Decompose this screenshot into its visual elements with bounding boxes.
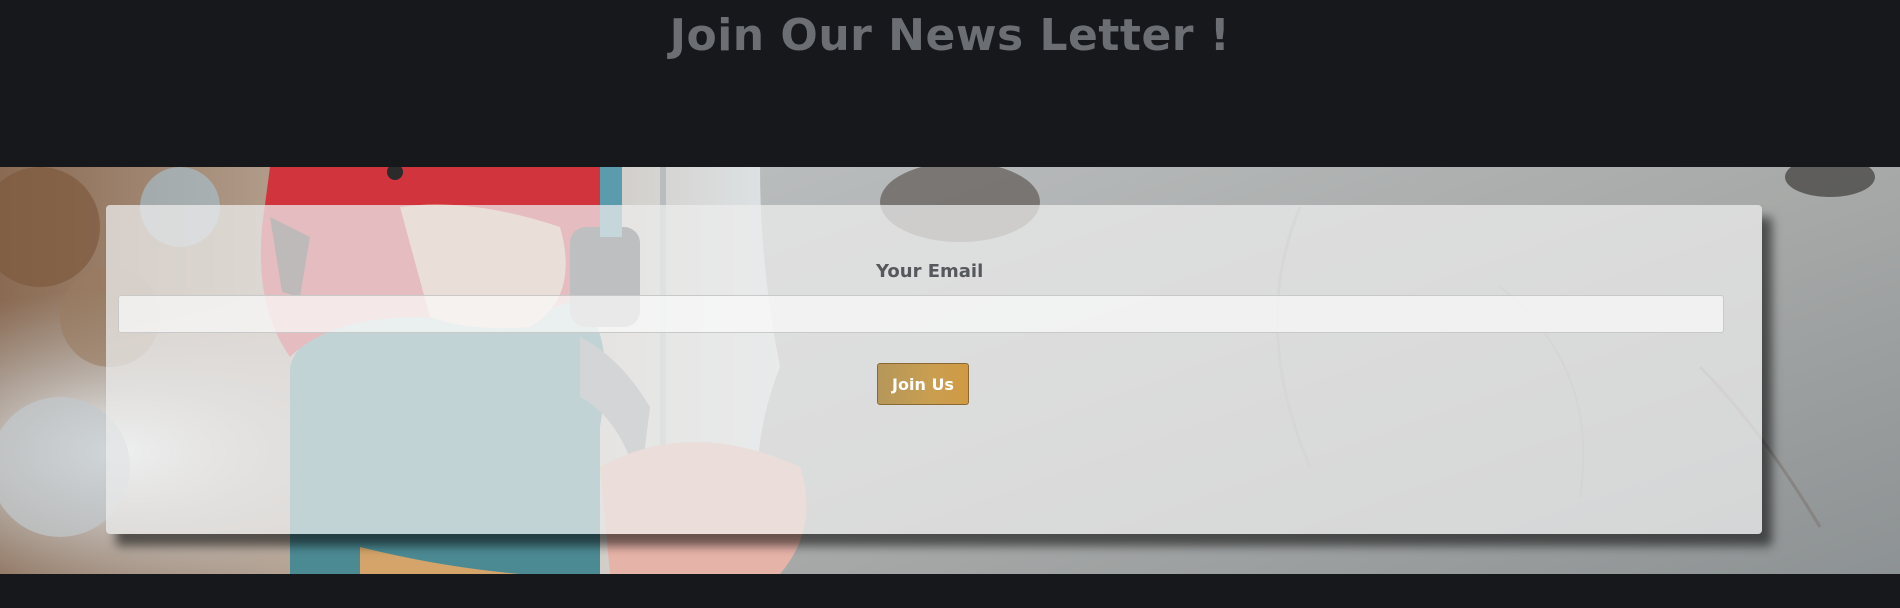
- join-us-button[interactable]: Join Us: [877, 363, 969, 405]
- newsletter-title: Join Our News Letter !: [669, 10, 1231, 61]
- email-label: Your Email: [876, 261, 984, 282]
- newsletter-page: Join Our News Letter ! Your Email Join U…: [0, 0, 1900, 608]
- footer-strip: [0, 574, 1900, 608]
- email-input[interactable]: [118, 295, 1724, 333]
- newsletter-form: Your Email Join Us: [106, 205, 1762, 534]
